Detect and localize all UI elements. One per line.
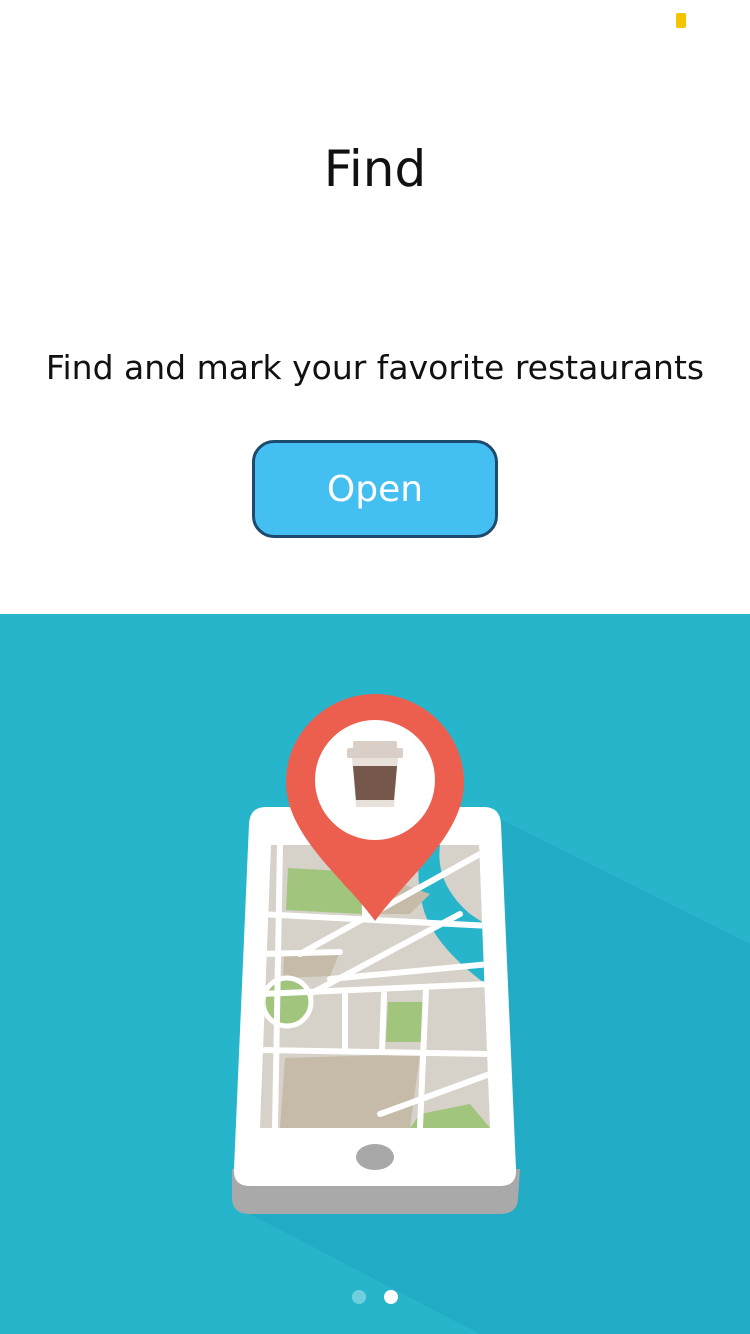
home-button-icon (356, 1144, 394, 1170)
pagination-dots (0, 1290, 750, 1304)
page-subtitle: Find and mark your favorite restaurants (45, 348, 705, 387)
page-dot-2[interactable] (384, 1290, 398, 1304)
page-title: Find (323, 140, 427, 198)
phone-map-illustration (232, 694, 750, 1334)
status-indicator (676, 13, 686, 28)
onboarding-illustration (0, 614, 750, 1334)
open-button[interactable]: Open (252, 440, 498, 538)
coffee-cup-icon (347, 741, 403, 807)
page-dot-1[interactable] (352, 1290, 366, 1304)
